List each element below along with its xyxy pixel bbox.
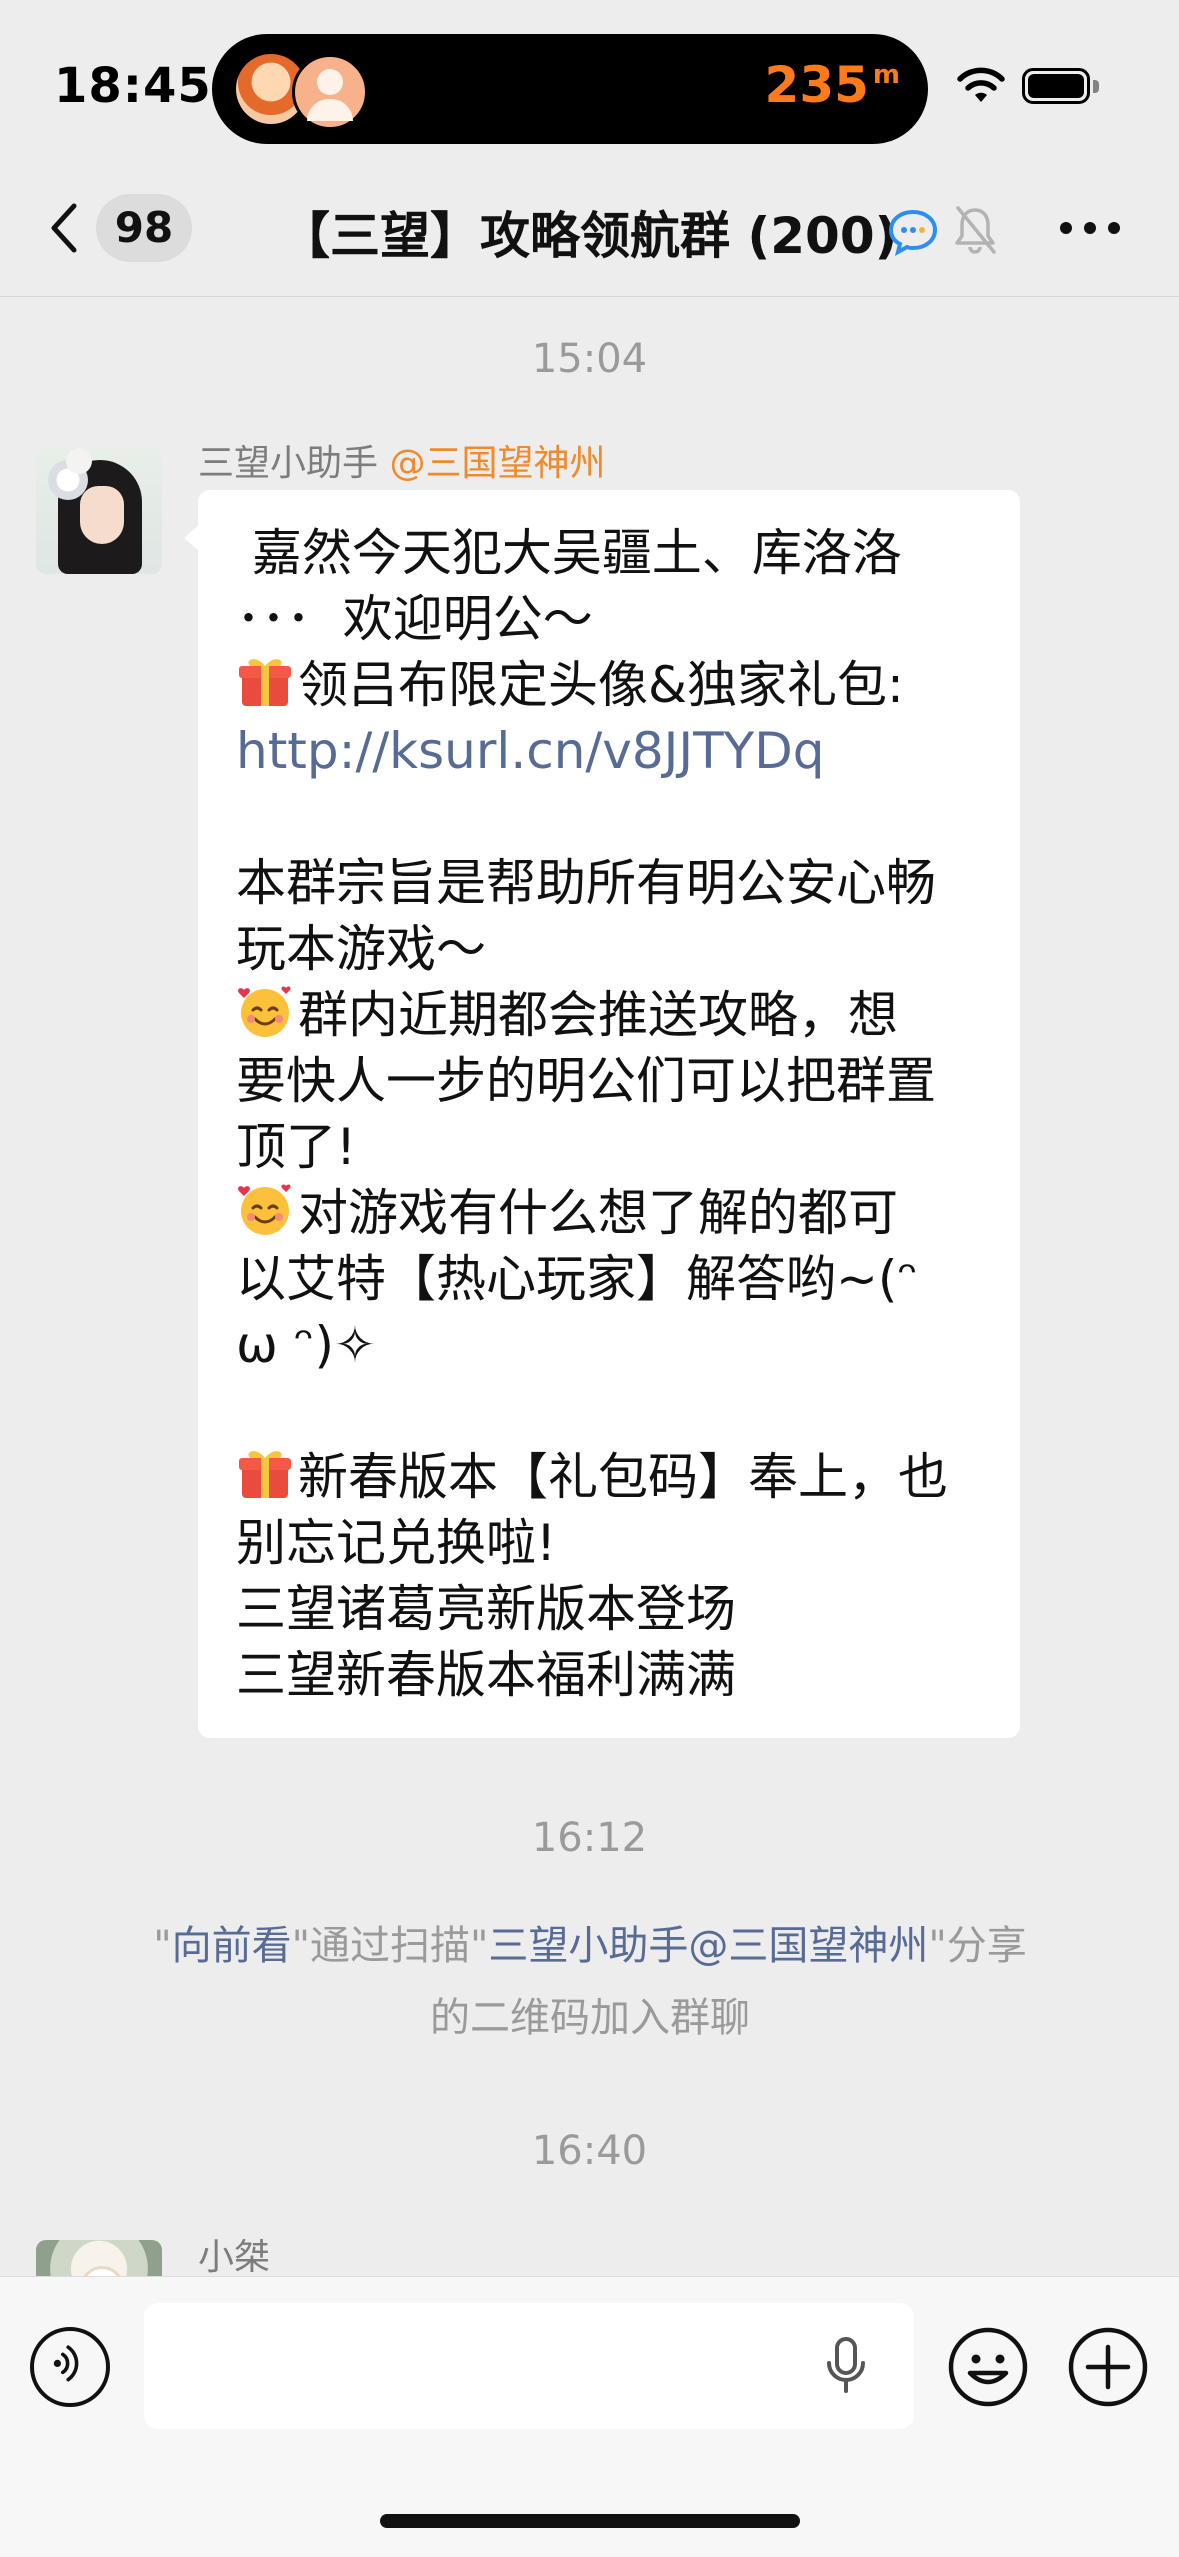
message-line: 本群宗旨是帮助所有明公安心畅 bbox=[236, 850, 986, 916]
status-time: 18:45 bbox=[54, 58, 212, 114]
message-line: 要快人一步的明公们可以把群置 bbox=[236, 1048, 986, 1114]
message-line bbox=[236, 1378, 986, 1444]
gift-icon bbox=[239, 1451, 291, 1498]
dynamic-island[interactable]: 235 m bbox=[212, 34, 928, 144]
notice-text: "通过扫描" bbox=[291, 1923, 489, 1969]
activity-distance: 235 m bbox=[765, 56, 900, 114]
message-line: 新春版本【礼包码】奉上，也 bbox=[236, 1444, 986, 1510]
message-line: ･･･ 欢迎明公～ bbox=[236, 586, 986, 652]
message-line: 领吕布限定头像&独家礼包: bbox=[236, 652, 986, 718]
sender-avatar[interactable] bbox=[36, 2240, 162, 2276]
message-text: ω ᵔ)✧ bbox=[236, 1316, 376, 1374]
message-line: 群内近期都会推送攻略，想 bbox=[236, 982, 986, 1048]
notice-quote: " bbox=[153, 1923, 172, 1969]
mute-bell-icon bbox=[955, 206, 996, 254]
timestamp: 16:12 bbox=[531, 1815, 648, 1861]
message-text: 别忘记兑换啦! bbox=[236, 1514, 557, 1572]
message-text: 三望诸葛亮新版本登场 bbox=[236, 1580, 736, 1638]
message-line: 三望新春版本福利满满 bbox=[236, 1642, 986, 1708]
message-text: 对游戏有什么想了解的都可 bbox=[298, 1184, 898, 1242]
message-text: ･･･ 欢迎明公～ bbox=[236, 590, 593, 648]
message-text: http://ksurl.cn/v8JJTYDq bbox=[236, 722, 825, 780]
message-text: 顶了! bbox=[236, 1118, 357, 1176]
gift-icon bbox=[239, 659, 291, 706]
message-line: 对游戏有什么想了解的都可 bbox=[236, 1180, 986, 1246]
message-line: 三望诸葛亮新版本登场 bbox=[236, 1576, 986, 1642]
sender-display-name: 三望小助手 bbox=[198, 443, 379, 484]
back-icon[interactable] bbox=[44, 200, 84, 256]
message-text: 玩本游戏～ bbox=[236, 920, 486, 978]
smiling-face-with-hearts-icon bbox=[238, 986, 291, 1037]
sender-org-tag: @三国望神州 bbox=[389, 443, 606, 484]
emoji-button-icon[interactable] bbox=[946, 2325, 1030, 2409]
sender-avatar[interactable] bbox=[36, 448, 162, 574]
notice-text: "分享 bbox=[928, 1923, 1027, 1969]
inviter-link[interactable]: 三望小助手@三国望神州 bbox=[488, 1923, 928, 1969]
voice-wave-icon bbox=[53, 2345, 79, 2382]
timestamp: 15:04 bbox=[531, 336, 648, 382]
message-line: 以艾特【热心玩家】解答哟~(ᵔ bbox=[236, 1246, 986, 1312]
message-text: 领吕布限定头像&独家礼包: bbox=[298, 656, 904, 714]
message-line: ω ᵔ)✧ bbox=[236, 1312, 986, 1378]
distance-unit: m bbox=[872, 60, 900, 90]
message-text: 要快人一步的明公们可以把群置 bbox=[236, 1052, 936, 1110]
microphone-icon[interactable] bbox=[822, 2335, 870, 2397]
message-line: 别忘记兑换啦! bbox=[236, 1510, 986, 1576]
message-input[interactable] bbox=[144, 2303, 914, 2429]
joined-user-link[interactable]: 向前看 bbox=[172, 1923, 292, 1969]
timestamp: 16:40 bbox=[531, 2128, 648, 2174]
message-line bbox=[236, 784, 986, 850]
add-more-icon[interactable] bbox=[1066, 2325, 1150, 2409]
smiling-face-with-hearts-icon bbox=[238, 1184, 291, 1235]
chat-header: 98 【三望】攻略领航群 (200) bbox=[0, 160, 1179, 297]
message-line: 顶了! bbox=[236, 1114, 986, 1180]
wifi-icon bbox=[957, 67, 1005, 102]
message-text: 本群宗旨是帮助所有明公安心畅 bbox=[236, 854, 936, 912]
message-text: 以艾特【热心玩家】解答哟~(ᵔ bbox=[236, 1250, 919, 1308]
more-options-icon[interactable] bbox=[1060, 222, 1120, 236]
voice-mode-button[interactable] bbox=[30, 2327, 110, 2407]
battery-icon bbox=[1022, 68, 1102, 106]
message-line: 嘉然今天犯大吴疆土、库洛洛 bbox=[236, 520, 986, 586]
sender-name: 小桀 bbox=[198, 2237, 271, 2278]
home-indicator[interactable] bbox=[380, 2514, 800, 2528]
notice-text: 的二维码加入群聊 bbox=[430, 1995, 750, 2041]
message-text: 三望新春版本福利满满 bbox=[236, 1646, 736, 1704]
chat-title[interactable]: 【三望】攻略领航群 (200) bbox=[280, 196, 897, 268]
activity-avatar-2 bbox=[292, 54, 368, 130]
message-bubble[interactable]: 嘉然今天犯大吴疆土、库洛洛 ･･･ 欢迎明公～ 领吕布限定头像&独家礼包: http:… bbox=[184, 490, 1020, 1738]
message-line: 玩本游戏～ bbox=[236, 916, 986, 982]
message-link[interactable]: http://ksurl.cn/v8JJTYDq bbox=[236, 718, 986, 784]
distance-value: 235 bbox=[764, 56, 869, 114]
sender-name: 三望小助手 @三国望神州 bbox=[198, 434, 605, 486]
message-text: 新春版本【礼包码】奉上，也 bbox=[298, 1448, 948, 1506]
unread-count-badge[interactable]: 98 bbox=[96, 194, 192, 262]
message-text: 嘉然今天犯大吴疆土、库洛洛 bbox=[236, 524, 902, 582]
system-join-notice: "向前看"通过扫描"三望小助手@三国望神州"分享 的二维码加入群聊 bbox=[70, 1910, 1110, 2054]
message-text: 群内近期都会推送攻略，想 bbox=[298, 986, 898, 1044]
chat-bubble-icon bbox=[888, 209, 938, 256]
